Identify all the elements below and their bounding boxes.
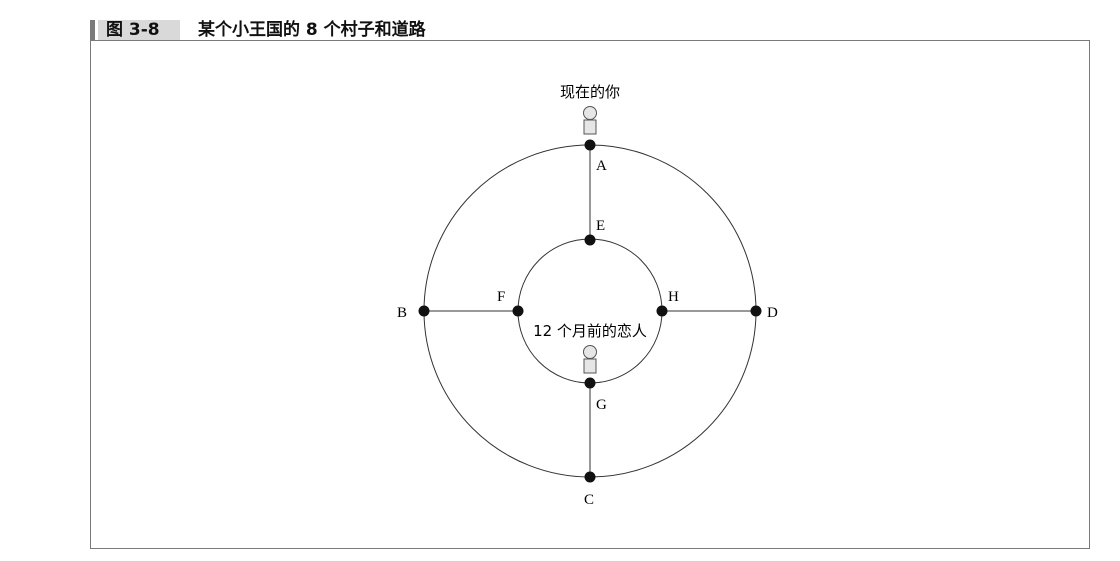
village-node-g xyxy=(584,377,596,389)
village-label-b: B xyxy=(397,305,407,321)
village-node-e xyxy=(584,234,596,246)
village-label-a: A xyxy=(596,158,607,174)
village-label-f: F xyxy=(497,289,505,305)
person-you-label: 现在的你 xyxy=(560,83,620,101)
village-road-diagram: 现在的你 12 个月前的恋人 A B C D E F G H xyxy=(397,83,778,508)
village-node-f xyxy=(512,305,524,317)
village-node-b xyxy=(418,305,430,317)
village-node-d xyxy=(750,305,762,317)
village-label-d: D xyxy=(767,305,778,321)
village-node-a xyxy=(584,139,596,151)
village-label-c: C xyxy=(584,492,594,508)
person-you-icon xyxy=(583,106,597,135)
person-lover-icon xyxy=(583,345,597,374)
village-node-h xyxy=(656,305,668,317)
person-lover-label: 12 个月前的恋人 xyxy=(533,322,647,340)
village-label-g: G xyxy=(596,397,607,413)
village-label-e: E xyxy=(596,218,605,234)
village-label-h: H xyxy=(668,289,679,305)
village-node-c xyxy=(584,471,596,483)
